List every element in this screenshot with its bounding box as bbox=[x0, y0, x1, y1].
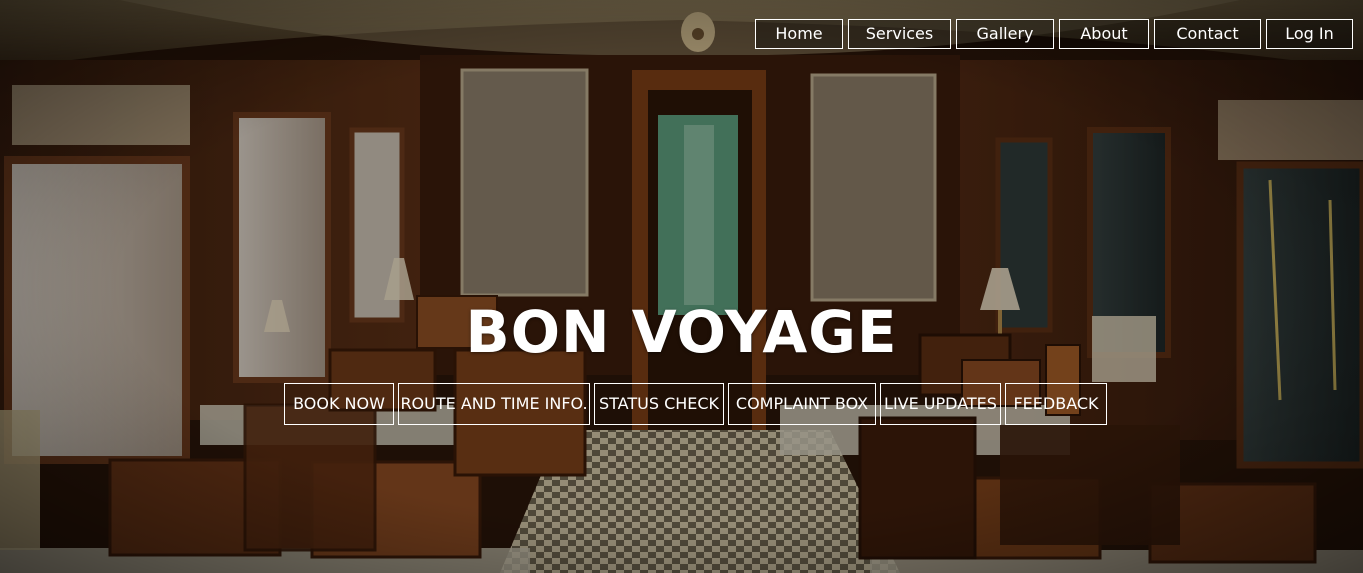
live-updates-button[interactable]: LIVE UPDATES bbox=[880, 383, 1001, 425]
nav-home-button[interactable]: Home bbox=[755, 19, 843, 49]
nav-about-button[interactable]: About bbox=[1059, 19, 1149, 49]
nav-services-button[interactable]: Services bbox=[848, 19, 951, 49]
book-now-button[interactable]: BOOK NOW bbox=[284, 383, 394, 425]
route-and-time-info-button[interactable]: ROUTE AND TIME INFO. bbox=[398, 383, 590, 425]
complaint-box-button[interactable]: COMPLAINT BOX bbox=[728, 383, 876, 425]
status-check-button[interactable]: STATUS CHECK bbox=[594, 383, 724, 425]
nav-login-button[interactable]: Log In bbox=[1266, 19, 1353, 49]
hero-title: BON VOYAGE bbox=[465, 298, 898, 366]
landing-page: Home Services Gallery About Contact Log … bbox=[0, 0, 1363, 573]
nav-contact-button[interactable]: Contact bbox=[1154, 19, 1261, 49]
feedback-button[interactable]: FEEDBACK bbox=[1005, 383, 1107, 425]
hero-background-image bbox=[0, 0, 1363, 573]
nav-gallery-button[interactable]: Gallery bbox=[956, 19, 1054, 49]
hero-action-buttons: BOOK NOW ROUTE AND TIME INFO. STATUS CHE… bbox=[284, 383, 1107, 425]
top-navigation: Home Services Gallery About Contact Log … bbox=[755, 19, 1353, 49]
